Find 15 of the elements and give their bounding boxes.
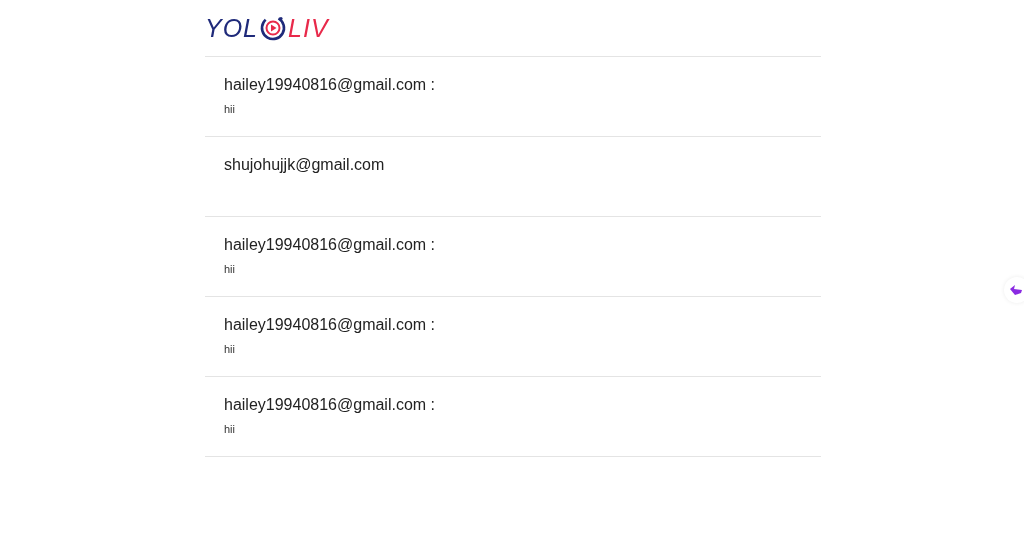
sender-email: hailey19940816@gmail.com :	[224, 315, 437, 335]
message-text: hii	[224, 103, 236, 115]
message-text: hii	[224, 423, 236, 435]
logo[interactable]: YOL LIV	[205, 13, 329, 43]
logo-text: YOL	[205, 13, 259, 43]
bird-icon	[1009, 284, 1023, 296]
floating-widget-button[interactable]	[1004, 277, 1024, 303]
play-target-icon	[259, 14, 288, 42]
sender-email: hailey19940816@gmail.com :	[224, 395, 437, 415]
message-text: hii	[224, 343, 236, 355]
message-text: hii	[224, 263, 236, 275]
sender-email: hailey19940816@gmail.com :	[224, 235, 437, 255]
sender-email: shujohujjk@gmail.com	[224, 155, 386, 175]
logo-text: LIV	[288, 13, 329, 43]
sender-email: hailey19940816@gmail.com :	[224, 75, 437, 95]
